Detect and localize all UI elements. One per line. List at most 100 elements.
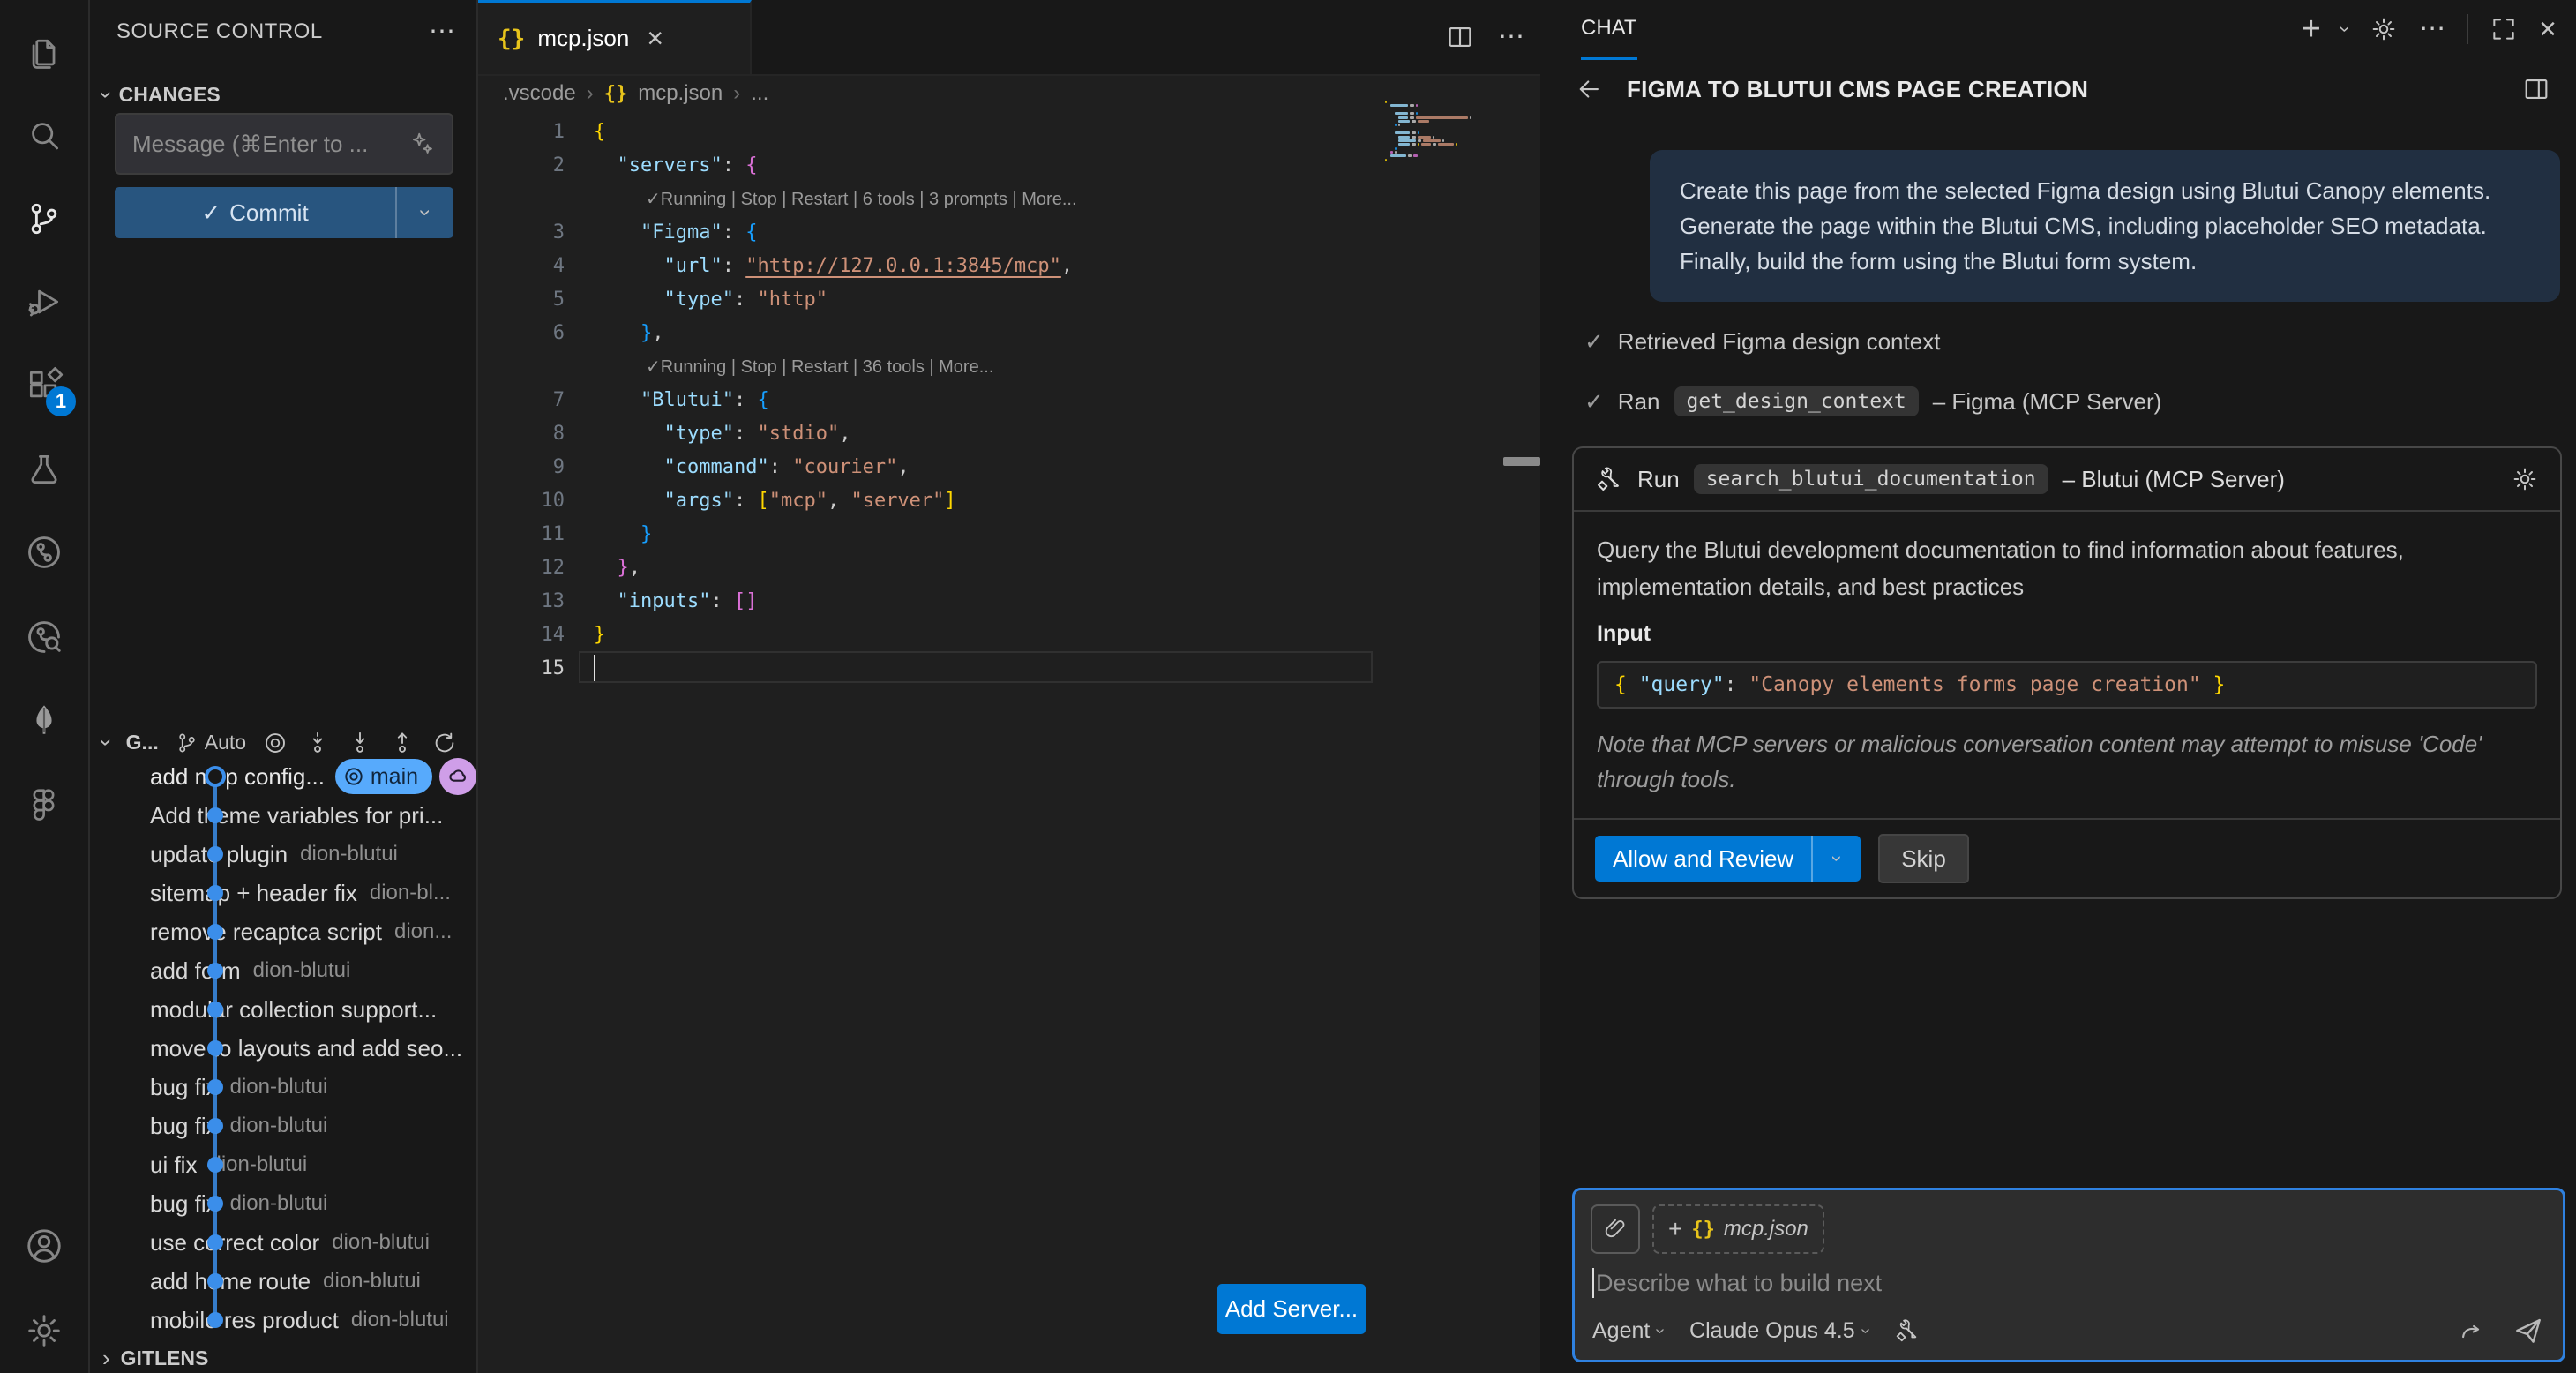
- codelens-row[interactable]: ✓Running | Stop | Restart | 6 tools | 3 …: [478, 182, 1540, 215]
- mongodb-icon[interactable]: [0, 679, 88, 761]
- chat-more-actions-icon[interactable]: ⋯: [2419, 25, 2445, 34]
- code-text: "Figma": {: [594, 221, 757, 244]
- codelens-actions[interactable]: ✓Running | Stop | Restart | 36 tools | M…: [646, 356, 993, 378]
- json-file-icon: {}: [1691, 1219, 1715, 1241]
- search-icon[interactable]: [0, 95, 88, 176]
- figma-icon[interactable]: [0, 762, 88, 844]
- commit-row[interactable]: update plugindion-blutui: [90, 835, 476, 874]
- commit-row[interactable]: remove recaptca scriptdion...: [90, 912, 476, 951]
- commit-dropdown[interactable]: ›: [395, 187, 453, 238]
- send-icon[interactable]: [2512, 1314, 2545, 1347]
- extensions-icon[interactable]: 1: [0, 344, 88, 425]
- tool-card-header: Run search_blutui_documentation – Blutui…: [1574, 448, 2560, 510]
- branch-badge-main[interactable]: main: [335, 759, 432, 794]
- attach-paperclip-icon[interactable]: [1591, 1204, 1640, 1254]
- commit-row[interactable]: sitemap + header fixdion-bl...: [90, 874, 476, 912]
- code-line: 15: [478, 651, 1540, 685]
- close-panel-icon[interactable]: ×: [2539, 12, 2557, 47]
- accounts-icon[interactable]: [0, 1205, 88, 1287]
- back-icon[interactable]: [1574, 74, 1604, 104]
- tab-close-icon[interactable]: ×: [647, 22, 663, 55]
- commit-row[interactable]: bug fixdion-blutui: [90, 1107, 476, 1145]
- commit-row[interactable]: mobile res productdion-blutui: [90, 1301, 476, 1339]
- chat-step: ✓ Retrieved Figma design context: [1584, 328, 1940, 356]
- chat-settings-gear-icon[interactable]: [2370, 15, 2398, 43]
- commit-row[interactable]: bug fixdion-blutui: [90, 1068, 476, 1107]
- line-number: 11: [478, 523, 565, 545]
- commit-dot: [207, 807, 223, 823]
- tool-input-code[interactable]: { "query": "Canopy elements forms page c…: [1597, 661, 2537, 709]
- codelens-row[interactable]: ✓Running | Stop | Restart | 36 tools | M…: [478, 349, 1540, 383]
- commit-row[interactable]: add mcp config...main: [90, 757, 476, 796]
- gitlens-section-header[interactable]: › GITLENS: [102, 1345, 208, 1372]
- new-chat-dropdown-icon[interactable]: ›: [2333, 26, 2356, 32]
- run-debug-icon[interactable]: [0, 261, 88, 342]
- code-text: },: [594, 557, 640, 579]
- commit-row[interactable]: add formdion-blutui: [90, 951, 476, 990]
- codelens-actions[interactable]: ✓Running | Stop | Restart | 6 tools | 3 …: [646, 188, 1077, 210]
- settings-gear-icon[interactable]: [0, 1290, 88, 1371]
- code-editor[interactable]: 1{2 "servers": {✓Running | Stop | Restar…: [478, 115, 1540, 685]
- line-number: 3: [478, 221, 565, 244]
- scm-more-actions-icon[interactable]: ⋯: [429, 27, 455, 36]
- code-text: "url": "http://127.0.0.1:3845/mcp",: [594, 255, 1073, 277]
- tool-settings-gear-icon[interactable]: [2511, 465, 2539, 493]
- gitlens-inspect-icon[interactable]: [0, 596, 88, 678]
- extensions-badge: 1: [46, 386, 76, 416]
- refresh-icon[interactable]: [431, 730, 458, 756]
- breadcrumb[interactable]: .vscode › {} mcp.json › ...: [503, 81, 768, 106]
- commit-dot: [207, 1196, 223, 1212]
- commit-message-input[interactable]: Message (⌘Enter to ...: [115, 113, 453, 175]
- chat-input-box[interactable]: + {} mcp.json Describe what to build nex…: [1572, 1188, 2565, 1362]
- allow-and-review-button[interactable]: Allow and Review ›: [1595, 836, 1861, 882]
- line-number: 13: [478, 590, 565, 612]
- gitlens-icon[interactable]: [0, 512, 88, 593]
- commit-dot: [207, 1079, 223, 1095]
- push-icon[interactable]: [389, 730, 416, 756]
- commit-row[interactable]: ui fixdion-blutui: [90, 1145, 476, 1184]
- target-icon[interactable]: [262, 730, 288, 756]
- editor-caret: [594, 655, 595, 681]
- line-number: 12: [478, 557, 565, 579]
- commit-button[interactable]: ✓Commit ›: [115, 187, 453, 238]
- commit-row[interactable]: bug fixdion-blutui: [90, 1184, 476, 1223]
- split-editor-icon[interactable]: [1445, 22, 1475, 52]
- tool-card-actions: Allow and Review › Skip: [1574, 818, 2560, 897]
- tool-confirmation-card: Run search_blutui_documentation – Blutui…: [1572, 446, 2562, 899]
- commit-author: dion-bl...: [370, 881, 451, 905]
- commit-row[interactable]: move to layouts and add seo...: [90, 1029, 476, 1068]
- new-chat-icon[interactable]: +: [2302, 11, 2321, 49]
- minimap[interactable]: [1385, 101, 1482, 167]
- attached-file-chip[interactable]: + {} mcp.json: [1652, 1204, 1824, 1254]
- commit-row[interactable]: add home routedion-blutui: [90, 1262, 476, 1301]
- source-control-icon[interactable]: [0, 178, 88, 259]
- tab-mcp-json[interactable]: {} mcp.json ×: [478, 0, 752, 74]
- model-selector[interactable]: Claude Opus 4.5›: [1689, 1318, 1868, 1344]
- chat-tab[interactable]: CHAT: [1581, 0, 1637, 60]
- explorer-icon[interactable]: [0, 12, 88, 94]
- allow-dropdown[interactable]: ›: [1811, 836, 1861, 882]
- commit-row[interactable]: modular collection support...: [90, 990, 476, 1029]
- maximize-panel-icon[interactable]: [2490, 15, 2518, 43]
- graph-section-header[interactable]: › G... Auto ⋯: [102, 729, 471, 756]
- open-in-editor-icon[interactable]: [2521, 74, 2551, 104]
- testing-icon[interactable]: [0, 429, 88, 510]
- tools-icon[interactable]: [1894, 1317, 1921, 1344]
- skip-button[interactable]: Skip: [1878, 834, 1969, 883]
- tool-name-chip: search_blutui_documentation: [1694, 464, 2048, 494]
- chat-input-field[interactable]: Describe what to build next: [1592, 1268, 1882, 1298]
- check-icon: ✓: [1584, 328, 1604, 356]
- mode-selector[interactable]: Agent›: [1592, 1318, 1663, 1344]
- commit-message: add home route: [150, 1268, 311, 1295]
- editor-more-actions-icon[interactable]: ⋯: [1498, 33, 1524, 41]
- sparkle-icon[interactable]: [409, 131, 436, 157]
- branch-picker[interactable]: Auto: [175, 731, 246, 755]
- commit-row[interactable]: use correct colordion-blutui: [90, 1223, 476, 1262]
- commit-row[interactable]: Add theme variables for pri...: [90, 796, 476, 835]
- fetch-icon[interactable]: [304, 730, 331, 756]
- changes-section-header[interactable]: › CHANGES: [102, 81, 221, 109]
- pull-icon[interactable]: [347, 730, 373, 756]
- add-server-button[interactable]: Add Server...: [1217, 1284, 1366, 1334]
- continue-arrow-icon[interactable]: [2457, 1316, 2487, 1346]
- cloud-badge[interactable]: [439, 758, 476, 795]
